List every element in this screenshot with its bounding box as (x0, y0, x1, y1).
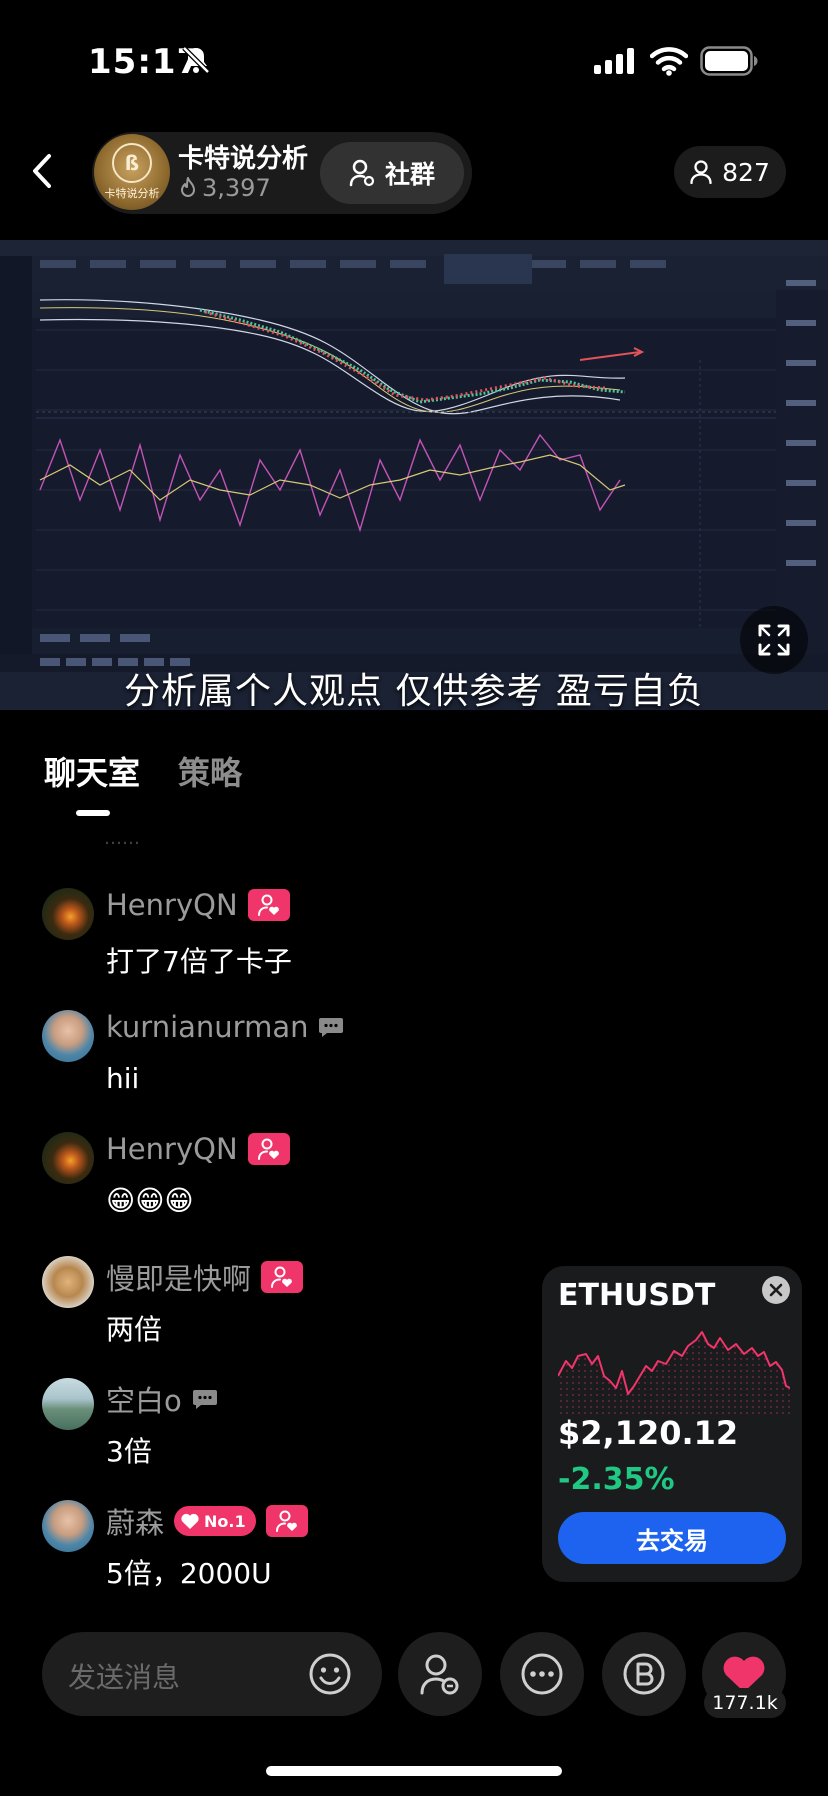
tab-strategy[interactable]: 策略 (178, 748, 242, 794)
close-button[interactable] (762, 1276, 790, 1304)
ticker-card[interactable]: ETHUSDT $2,120.12 -2.35% 去交易 (542, 1266, 802, 1582)
emoji-icon[interactable] (308, 1652, 352, 1696)
like-count: 177.1k (704, 1688, 786, 1718)
chat-username[interactable]: HenryQN (106, 888, 238, 922)
heart-icon (181, 1513, 199, 1529)
fullscreen-button[interactable] (740, 606, 808, 674)
user-plus-icon (349, 159, 375, 187)
ticker-change: -2.35% (558, 1462, 675, 1497)
bitcoin-icon (623, 1653, 665, 1695)
chat-message: kurnianurman hii (0, 1004, 540, 1114)
ticker-symbol: ETHUSDT (558, 1278, 716, 1313)
chat-username-row: 空白o (106, 1378, 218, 1420)
live-video-frame[interactable] (0, 240, 828, 710)
status-bar: 15:17 (0, 0, 828, 120)
chat-username[interactable]: 空白o (106, 1378, 182, 1420)
chat-username[interactable]: kurnianurman (106, 1010, 308, 1044)
fan-badge-icon (247, 1133, 290, 1165)
home-indicator[interactable] (266, 1766, 562, 1776)
host-likes-count: 3,397 (202, 174, 271, 202)
close-icon (769, 1283, 783, 1297)
stream-chart-image (0, 240, 828, 710)
chat-username-row: kurnianurman (106, 1010, 344, 1044)
chat-text: 😁😁😁 (106, 1184, 194, 1217)
community-button[interactable]: 社群 (320, 142, 464, 204)
chevron-left-icon (33, 154, 51, 188)
tab-active-indicator (76, 810, 110, 816)
message-input[interactable]: 发送消息 (42, 1632, 382, 1716)
user-avatar[interactable] (42, 888, 94, 940)
trade-button[interactable]: 去交易 (558, 1512, 786, 1564)
ticker-price: $2,120.12 (558, 1414, 739, 1452)
chat-username[interactable]: 慢即是快啊 (106, 1256, 251, 1298)
message-input-placeholder: 发送消息 (68, 1661, 181, 1694)
rank-badge-label: No.1 (204, 1511, 246, 1531)
chat-bubble-icon (192, 1388, 218, 1410)
host-likes: 3,397 (178, 174, 271, 202)
user-follow-icon (420, 1654, 459, 1695)
chat-message: 蔚森 No.1 5倍，2000U (0, 1494, 540, 1604)
chat-bubble-icon (318, 1016, 344, 1038)
chat-text: 5倍，2000U (106, 1557, 272, 1590)
chat-username-row: HenryQN (106, 888, 290, 922)
fan-badge-icon (247, 889, 290, 921)
chat-username[interactable]: HenryQN (106, 1132, 238, 1166)
follow-user-button[interactable] (398, 1632, 482, 1716)
expand-icon (758, 624, 790, 656)
battery-icon (700, 46, 758, 76)
viewer-count: 827 (722, 157, 770, 187)
cellular-signal-icon (594, 48, 634, 74)
chat-username-row: 蔚森 No.1 (106, 1500, 308, 1542)
user-avatar[interactable] (42, 1378, 94, 1430)
wifi-icon (650, 47, 688, 76)
host-avatar[interactable]: ß 卡特说分析 (94, 134, 170, 210)
community-label: 社群 (384, 160, 435, 189)
more-button[interactable] (500, 1632, 584, 1716)
user-avatar[interactable] (42, 1010, 94, 1062)
more-dots-icon (521, 1653, 563, 1695)
user-avatar[interactable] (42, 1256, 94, 1308)
chat-text: 两倍 (106, 1313, 163, 1346)
tab-chat-room[interactable]: 聊天室 (44, 748, 140, 794)
viewer-count-pill[interactable]: 827 (674, 146, 786, 198)
ticker-sparkline (558, 1331, 790, 1416)
video-subtitle: 分析属个人观点 仅供参考 盈亏自负 (124, 671, 704, 712)
fan-badge-icon (261, 1261, 304, 1293)
chat-text: 打了7倍了卡子 (106, 945, 292, 978)
bell-off-icon (182, 46, 210, 74)
chat-message: 空白o 3倍 (0, 1372, 540, 1482)
faded-message-text: …… (104, 828, 140, 849)
fan-badge-icon (265, 1505, 308, 1537)
user-avatar[interactable] (42, 1500, 94, 1552)
back-button[interactable] (22, 148, 62, 194)
chat-username-row: 慢即是快啊 (106, 1256, 304, 1298)
rank-badge: No.1 (174, 1506, 256, 1536)
user-avatar[interactable] (42, 1132, 94, 1184)
host-logo-icon: ß (112, 143, 152, 183)
chat-text: hii (106, 1062, 140, 1095)
person-icon (690, 160, 712, 184)
chat-username[interactable]: 蔚森 (106, 1500, 164, 1542)
flame-icon (181, 177, 195, 197)
chat-text: 3倍 (106, 1435, 152, 1468)
host-name: 卡特说分析 (178, 144, 309, 174)
bitcoin-button[interactable] (602, 1632, 686, 1716)
chat-message: 慢即是快啊 两倍 (0, 1250, 540, 1360)
host-logo-text: 卡特说分析 (104, 187, 160, 200)
chat-username-row: HenryQN (106, 1132, 290, 1166)
chat-message: HenryQN 打了7倍了卡子 (0, 882, 540, 992)
chat-message: HenryQN 😁😁😁 (0, 1126, 540, 1236)
